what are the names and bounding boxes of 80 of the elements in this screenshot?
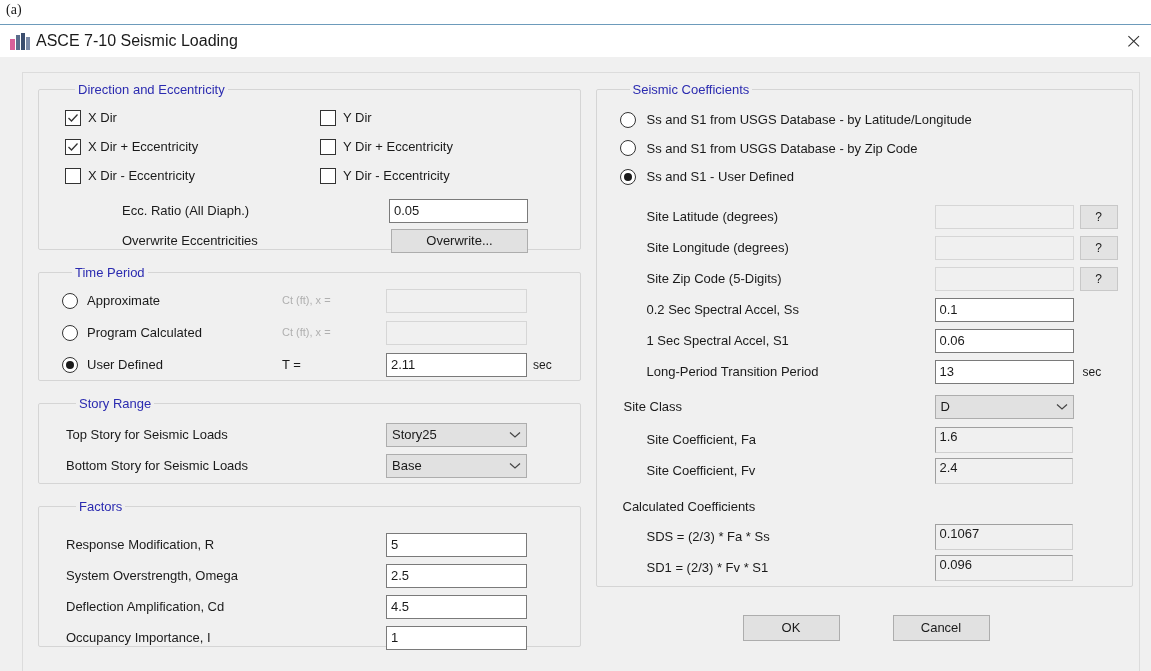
field-label: SDS = (2/3) * Fa * Ss — [646, 527, 771, 546]
checkbox[interactable] — [320, 110, 336, 126]
dialog-button[interactable]: OK — [742, 615, 840, 641]
field-label: Overwrite Eccentricities — [122, 231, 259, 250]
checkbox[interactable] — [65, 139, 81, 155]
field-label: 1 Sec Spectral Accel, S1 — [646, 331, 790, 350]
readonly-field: 2.4 — [934, 457, 1073, 484]
field-label: System Overstrength, Omega — [66, 567, 239, 586]
dialog-button[interactable]: Cancel — [892, 615, 990, 641]
field-label: Site Coefficient, Fa — [646, 430, 758, 449]
field-label: Bottom Story for Seismic Loads — [66, 457, 250, 476]
checkbox[interactable] — [320, 139, 336, 155]
check-icon — [67, 112, 79, 124]
field-label: SD1 = (2/3) * Fv * S1 — [646, 558, 770, 577]
chevron-down-icon — [509, 462, 521, 470]
radio-label: User Defined — [87, 355, 163, 374]
checkbox-label: Y Dir — [343, 109, 372, 128]
input-field[interactable]: 0.06 — [934, 328, 1074, 353]
unit-label: sec — [533, 356, 552, 374]
field-label: Site Zip Code (5-Digits) — [646, 269, 783, 288]
chevron-down-icon — [1055, 403, 1068, 411]
input-field[interactable]: 0.1 — [934, 297, 1074, 322]
checkbox-label: X Dir - Eccentricity — [88, 167, 195, 186]
app-icon — [10, 32, 30, 50]
readonly-field: 1.6 — [934, 426, 1073, 453]
dropdown[interactable]: Story25 — [386, 423, 527, 447]
radio-button[interactable] — [619, 140, 636, 157]
radio-label: Ss and S1 from USGS Database - by Latitude/Longitude — [646, 111, 972, 129]
chevron-down-icon — [509, 431, 521, 439]
checkbox-label: X Dir — [88, 109, 117, 128]
radio-label: Ss and S1 from USGS Database - by Zip Code — [646, 139, 918, 158]
field-label: Site Class — [623, 398, 684, 417]
dropdown[interactable]: Base — [386, 454, 527, 478]
field-label: Long-Period Transition Period — [646, 362, 820, 381]
field-label: 0.2 Sec Spectral Accel, Ss — [646, 300, 800, 319]
field-label: Deflection Amplification, Cd — [66, 598, 226, 617]
caption: (a) — [5, 1, 23, 19]
input-field[interactable]: 4.5 — [386, 595, 527, 619]
field-label: T = — [282, 355, 302, 374]
checkbox-label: X Dir + Eccentricity — [88, 138, 199, 157]
checkbox[interactable] — [65, 110, 81, 126]
checkbox-label: Y Dir - Eccentricity — [343, 167, 450, 186]
checkbox[interactable] — [320, 168, 336, 184]
field-label: Site Latitude (degrees) — [646, 207, 780, 226]
field-label: Site Longitude (degrees) — [646, 238, 790, 257]
input-field[interactable]: 5 — [386, 533, 527, 557]
field-label: Site Coefficient, Fv — [646, 461, 757, 480]
input-field[interactable]: 1 — [386, 626, 527, 650]
radio-label: Ss and S1 - User Defined — [646, 168, 794, 186]
field-label: Ecc. Ratio (All Diaph.) — [122, 201, 251, 220]
radio-button[interactable] — [619, 168, 636, 185]
input-field[interactable]: 0.05 — [389, 198, 528, 223]
readonly-field: 0.096 — [934, 554, 1073, 581]
field-label: Occupancy Importance, I — [66, 629, 212, 648]
window-title: ASCE 7-10 Seismic Loading — [36, 31, 238, 51]
group-title: Story Range — [78, 395, 153, 413]
field-label: Ct (ft), x = — [282, 325, 332, 341]
input-field[interactable]: 2.5 — [386, 564, 527, 588]
readonly-field: 0.1067 — [934, 523, 1073, 550]
radio-label: Approximate — [87, 291, 160, 310]
radio-label: Program Calculated — [87, 323, 202, 342]
overwrite-button[interactable]: Overwrite... — [391, 228, 528, 253]
group-title: Factors — [78, 498, 124, 516]
dropdown[interactable]: D — [934, 395, 1074, 419]
section-label: Calculated Coefficients — [621, 498, 756, 517]
check-icon — [67, 141, 79, 153]
group-title: Seismic Coefficients — [631, 81, 751, 99]
input-field[interactable]: 13 — [934, 359, 1074, 384]
input-field[interactable]: 2.11 — [386, 352, 527, 377]
unit-label: sec — [1082, 363, 1102, 381]
field-label: Ct (ft), x = — [282, 293, 332, 309]
checkbox-label: Y Dir + Eccentricity — [343, 138, 453, 157]
field-label: Top Story for Seismic Loads — [66, 426, 229, 445]
radio-button[interactable] — [619, 111, 636, 128]
group-title: Direction and Eccentricity — [77, 81, 226, 99]
close-button[interactable]: × — [1122, 30, 1145, 52]
field-label: Response Modification, R — [66, 536, 216, 555]
radio-button[interactable] — [62, 356, 78, 373]
group-title: Time Period — [74, 264, 146, 282]
checkbox[interactable] — [65, 168, 81, 184]
